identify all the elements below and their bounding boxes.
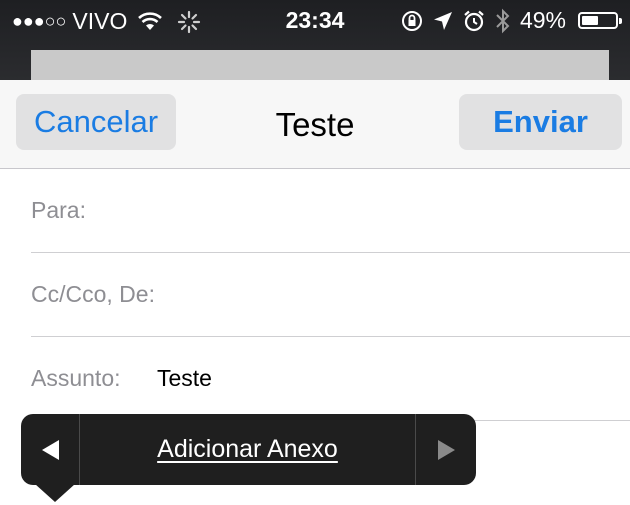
to-field[interactable]: Para: [31, 169, 630, 253]
edit-menu-pointer [35, 484, 75, 502]
cc-bcc-from-field[interactable]: Cc/Cco, De: [31, 253, 630, 337]
alarm-clock-icon [464, 10, 484, 31]
subject-input[interactable]: Teste [157, 365, 212, 392]
battery-icon [578, 12, 622, 29]
arrow-left-icon [41, 439, 59, 460]
add-attachment-menu-item[interactable]: Adicionar Anexo [80, 414, 416, 485]
bluetooth-icon [496, 8, 510, 33]
status-bar: ●●●○○ VIVO 23:34 49% [0, 0, 630, 80]
subject-label: Assunto: [31, 365, 121, 391]
send-button[interactable]: Enviar [459, 94, 622, 150]
battery-percent: 49% [519, 7, 566, 33]
menu-next-button[interactable] [416, 414, 476, 485]
compose-nav-bar: Cancelar Teste Enviar [0, 80, 630, 169]
arrow-right-icon [437, 439, 455, 460]
location-arrow-icon [433, 11, 452, 30]
cc-bcc-from-label: Cc/Cco, De: [31, 281, 155, 307]
background-sheet [31, 50, 609, 80]
battery-level-fill [582, 16, 598, 25]
orientation-lock-icon [401, 10, 422, 31]
subject-field[interactable]: Assunto: Teste [31, 337, 630, 421]
menu-prev-button[interactable] [21, 414, 80, 485]
status-right: 49% [400, 7, 622, 34]
edit-menu-popup: Adicionar Anexo [21, 414, 476, 485]
to-label: Para: [31, 197, 86, 223]
add-attachment-label: Adicionar Anexo [157, 435, 338, 463]
